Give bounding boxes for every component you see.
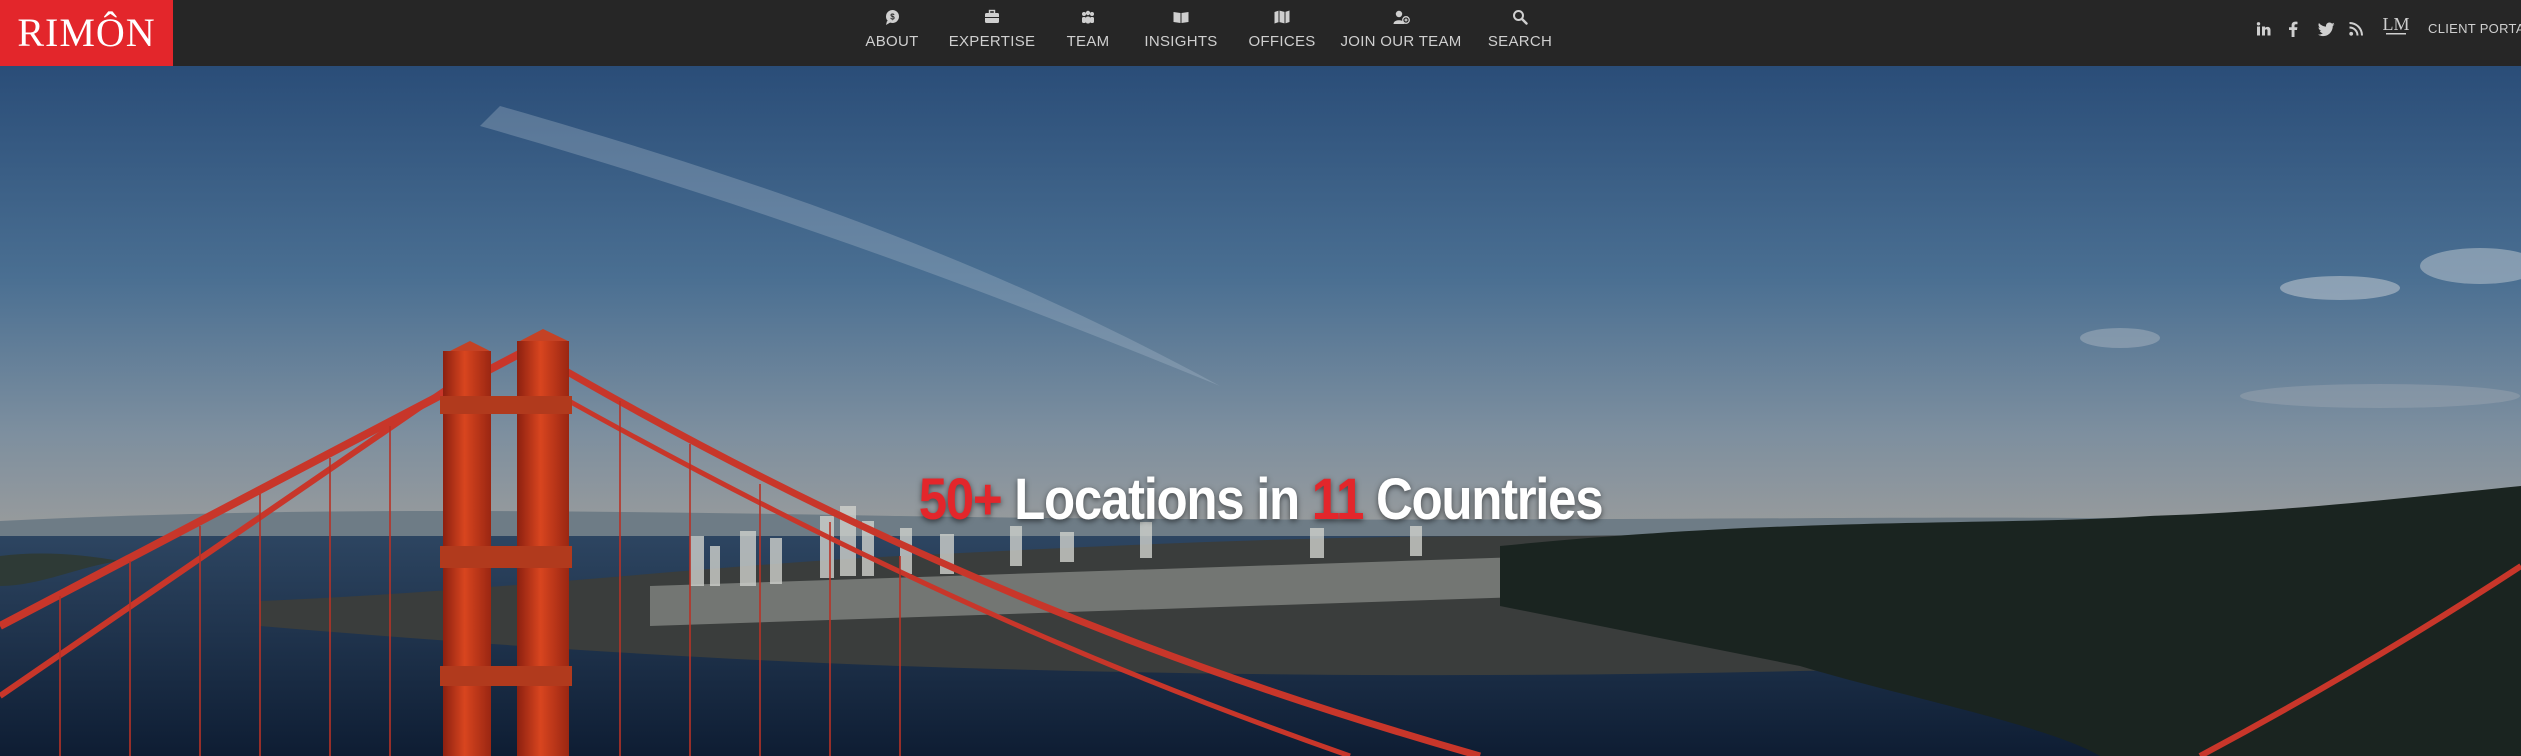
people-icon: [1082, 10, 1094, 24]
lm-badge-text: LM: [2383, 14, 2410, 34]
map-icon: [1274, 10, 1290, 24]
chat-bubble-icon: $: [886, 10, 899, 25]
headline-text-countries: Countries: [1363, 467, 1604, 532]
rss-icon: [2349, 22, 2363, 36]
nav-label-expertise: EXPERTISE: [948, 33, 1036, 50]
hero-banner: 50+ Locations in 11 Countries: [0, 66, 2521, 756]
linkedin-link[interactable]: [2256, 18, 2272, 40]
headline-locations-count: 50+: [918, 467, 1003, 532]
top-navigation-bar: RIMÔN $ ABOUT EXPERTISE TEAM INSIGHTS OF…: [0, 0, 2521, 66]
nav-label-join-our-team: JOIN OUR TEAM: [1340, 33, 1462, 50]
headline-countries-count: 11: [1311, 467, 1365, 532]
lm-badge-icon: LM: [2383, 14, 2410, 35]
nav-item-team[interactable]: TEAM: [1066, 8, 1110, 58]
svg-text:$: $: [890, 13, 895, 22]
add-user-icon: [1393, 10, 1410, 24]
nav-item-join-our-team[interactable]: JOIN OUR TEAM: [1340, 8, 1461, 58]
rss-link[interactable]: [2349, 18, 2363, 40]
search-icon: [1513, 10, 1528, 25]
nav-label-search: SEARCH: [1487, 33, 1553, 50]
page: RIMÔN $ ABOUT EXPERTISE TEAM INSIGHTS OF…: [0, 0, 2521, 756]
facebook-link[interactable]: [2287, 18, 2299, 40]
nav-item-search[interactable]: SEARCH: [1488, 8, 1552, 58]
twitter-link[interactable]: [2318, 18, 2335, 40]
main-nav: $ ABOUT EXPERTISE TEAM INSIGHTS OFFICES: [0, 0, 2521, 66]
nav-item-expertise[interactable]: EXPERTISE: [949, 8, 1035, 58]
nav-label-offices: OFFICES: [1248, 33, 1316, 50]
facebook-icon: [2289, 21, 2298, 37]
hero-headline: 50+ Locations in 11 Countries: [151, 466, 2369, 533]
nav-item-about[interactable]: $ ABOUT: [865, 8, 919, 58]
headline-text-locations: Locations in: [1001, 467, 1312, 532]
nav-label-team: TEAM: [1066, 33, 1110, 50]
nav-item-insights[interactable]: INSIGHTS: [1144, 8, 1217, 58]
open-book-icon: [1173, 12, 1189, 23]
briefcase-icon: [985, 9, 999, 23]
nav-label-insights: INSIGHTS: [1144, 33, 1218, 50]
client-portal-link[interactable]: CLIENT PORTAL: [2428, 21, 2521, 36]
nav-item-offices[interactable]: OFFICES: [1248, 8, 1315, 58]
nav-label-about: ABOUT: [865, 33, 919, 50]
twitter-icon: [2318, 21, 2335, 36]
lm-badge-link[interactable]: LM: [2382, 14, 2410, 36]
linkedin-icon: [2256, 22, 2271, 36]
hero-background-image: [0, 66, 2521, 756]
